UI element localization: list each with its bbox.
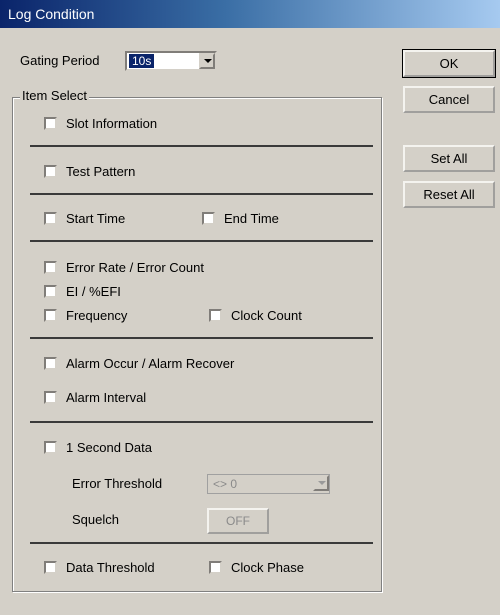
set-all-button[interactable]: Set All — [403, 145, 495, 172]
data-threshold-label: Data Threshold — [66, 560, 155, 575]
test-pattern-label: Test Pattern — [66, 164, 136, 179]
window-title: Log Condition — [8, 6, 95, 22]
separator — [30, 421, 373, 423]
log-condition-dialog: Log Condition Gating Period 10s OK Cance… — [0, 0, 500, 615]
end-time-checkbox[interactable] — [202, 212, 215, 225]
separator — [30, 193, 373, 195]
ok-button[interactable]: OK — [402, 49, 496, 78]
separator — [30, 542, 373, 544]
title-bar[interactable]: Log Condition — [0, 0, 500, 28]
alarm-interval-checkbox[interactable] — [44, 391, 57, 404]
error-rate-checkbox[interactable] — [44, 261, 57, 274]
alarm-interval-label: Alarm Interval — [66, 390, 147, 405]
squelch-label: Squelch — [72, 512, 119, 527]
end-time-label: End Time — [224, 211, 279, 226]
alarm-occur-checkbox[interactable] — [44, 357, 57, 370]
frequency-checkbox[interactable] — [44, 309, 57, 322]
separator — [30, 145, 373, 147]
error-rate-label: Error Rate / Error Count — [66, 260, 204, 275]
gating-period-select[interactable]: 10s — [125, 51, 217, 71]
error-threshold-label: Error Threshold — [72, 476, 163, 491]
ei-efi-checkbox[interactable] — [44, 285, 57, 298]
separator — [30, 337, 373, 339]
squelch-button[interactable]: OFF — [207, 508, 269, 534]
clock-count-label: Clock Count — [231, 308, 302, 323]
cancel-button[interactable]: Cancel — [403, 86, 495, 113]
item-select-group-title: Item Select — [20, 88, 90, 103]
ei-efi-label: EI / %EFI — [66, 284, 121, 299]
chevron-down-icon[interactable] — [199, 53, 215, 69]
one-second-data-label: 1 Second Data — [66, 440, 153, 455]
chevron-down-icon[interactable] — [313, 475, 329, 491]
one-second-data-checkbox[interactable] — [44, 441, 57, 454]
error-threshold-select[interactable]: <> 0 — [207, 474, 330, 494]
reset-all-button[interactable]: Reset All — [403, 181, 495, 208]
alarm-occur-label: Alarm Occur / Alarm Recover — [66, 356, 235, 371]
gating-period-value: 10s — [129, 54, 155, 68]
clock-phase-checkbox[interactable] — [209, 561, 222, 574]
data-threshold-checkbox[interactable] — [44, 561, 57, 574]
slot-information-label: Slot Information — [66, 116, 158, 131]
test-pattern-checkbox[interactable] — [44, 165, 57, 178]
gating-period-label: Gating Period — [20, 53, 100, 68]
clock-count-checkbox[interactable] — [209, 309, 222, 322]
frequency-label: Frequency — [66, 308, 128, 323]
separator — [30, 240, 373, 242]
clock-phase-label: Clock Phase — [231, 560, 304, 575]
error-threshold-value: <> 0 — [213, 477, 238, 491]
start-time-label: Start Time — [66, 211, 126, 226]
start-time-checkbox[interactable] — [44, 212, 57, 225]
slot-information-checkbox[interactable] — [44, 117, 57, 130]
